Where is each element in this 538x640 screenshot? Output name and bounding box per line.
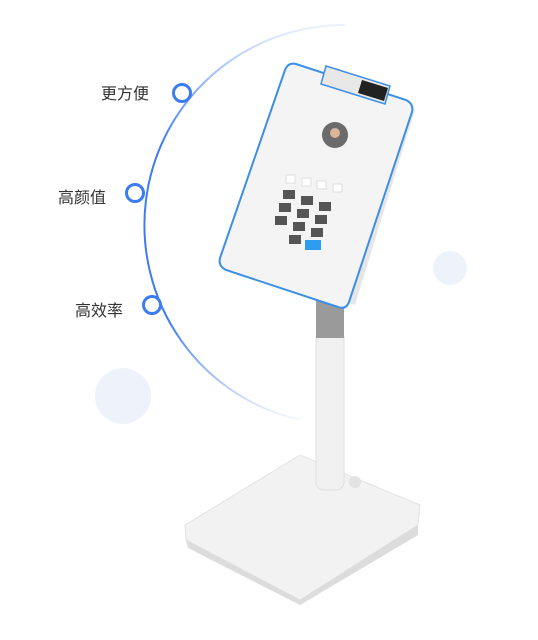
kiosk-device-image [184,62,421,605]
